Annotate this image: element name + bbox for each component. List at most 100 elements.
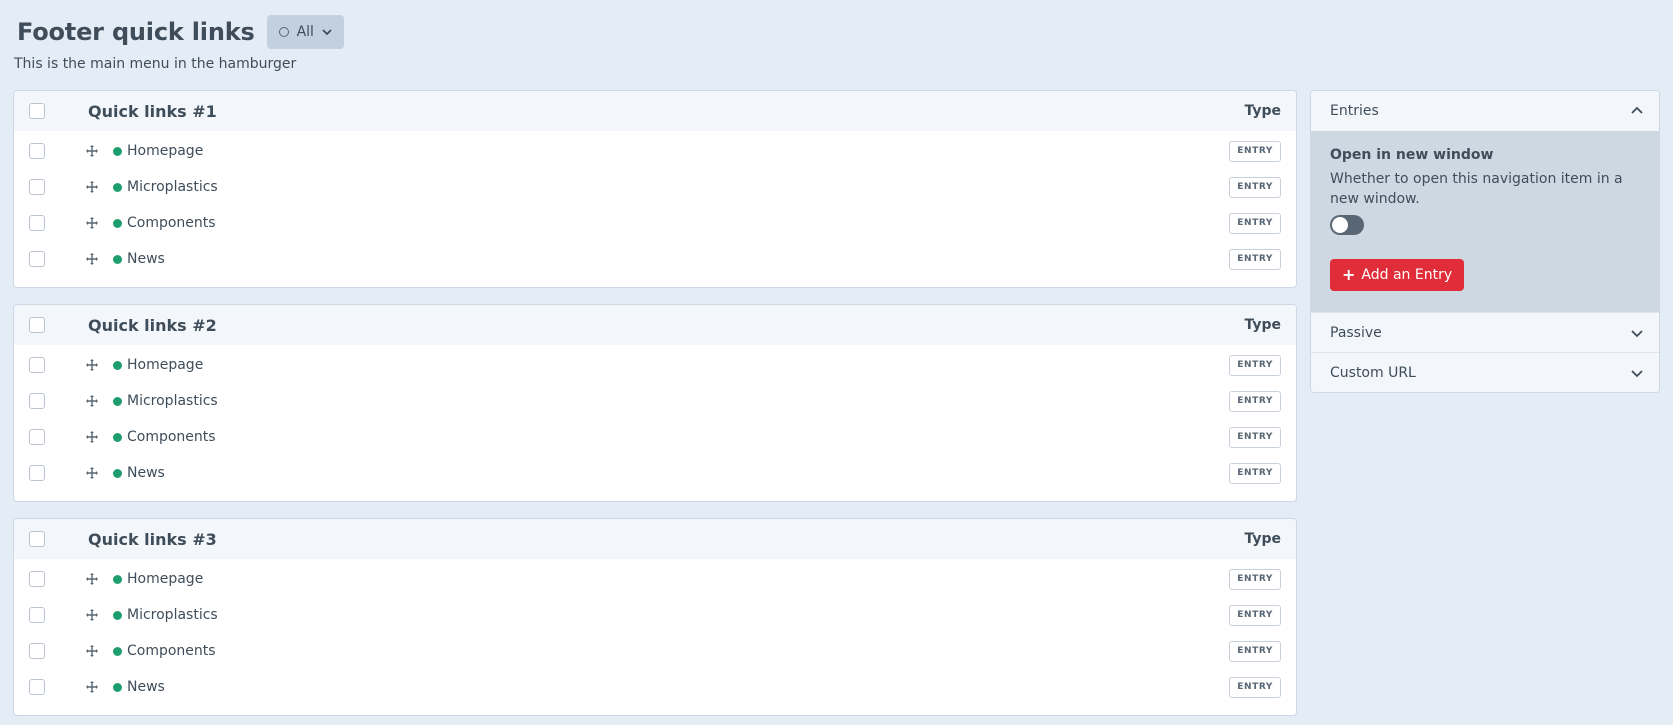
custom-url-title: Custom URL	[1330, 364, 1416, 381]
select-all-checkbox[interactable]	[29, 531, 45, 547]
drag-handle-icon[interactable]	[86, 681, 98, 693]
item-label[interactable]: News	[127, 251, 165, 267]
menu-item-row[interactable]: Components ENTRY	[14, 419, 1296, 455]
menu-header: Quick links #3 Type	[14, 519, 1296, 559]
item-label[interactable]: Homepage	[127, 571, 203, 587]
chevron-down-icon	[1631, 330, 1643, 338]
circle-icon	[278, 27, 289, 37]
item-label[interactable]: Homepage	[127, 357, 203, 373]
menu-item-row[interactable]: Microplastics ENTRY	[14, 597, 1296, 633]
status-dot	[113, 360, 122, 370]
menu-title: Quick links #1	[88, 101, 217, 121]
menu-item-row[interactable]: Homepage ENTRY	[14, 133, 1296, 169]
drag-handle-icon[interactable]	[86, 431, 98, 443]
item-checkbox[interactable]	[29, 465, 45, 481]
type-badge: ENTRY	[1229, 390, 1281, 412]
menu-item-row[interactable]: News ENTRY	[14, 669, 1296, 705]
menu-card: Quick links #1 Type Homepage ENTRY Micro…	[13, 90, 1297, 288]
chevron-up-icon	[1631, 106, 1643, 114]
add-item-sidebar: Entries Open in new window Whether to op…	[1310, 90, 1660, 393]
menu-title: Quick links #3	[88, 529, 217, 549]
item-checkbox[interactable]	[29, 607, 45, 623]
item-checkbox[interactable]	[29, 679, 45, 695]
menu-item-row[interactable]: News ENTRY	[14, 455, 1296, 491]
add-entry-button[interactable]: + Add an Entry	[1330, 259, 1465, 291]
plus-icon: +	[1342, 265, 1356, 284]
menu-title: Quick links #2	[88, 315, 217, 335]
type-badge: ENTRY	[1229, 676, 1281, 698]
menu-item-row[interactable]: Microplastics ENTRY	[14, 383, 1296, 419]
drag-handle-icon[interactable]	[86, 609, 98, 621]
entries-accordion-header[interactable]: Entries	[1311, 91, 1659, 131]
item-checkbox[interactable]	[29, 215, 45, 231]
chevron-down-icon	[322, 29, 332, 36]
drag-handle-icon[interactable]	[86, 145, 98, 157]
type-badge: ENTRY	[1229, 462, 1281, 484]
item-label[interactable]: Components	[127, 429, 216, 445]
drag-handle-icon[interactable]	[86, 467, 98, 479]
item-label[interactable]: Microplastics	[127, 179, 218, 195]
item-checkbox[interactable]	[29, 643, 45, 659]
type-badge: ENTRY	[1229, 140, 1281, 162]
menus-list: Quick links #1 Type Homepage ENTRY Micro…	[13, 90, 1297, 716]
menu-item-row[interactable]: News ENTRY	[14, 241, 1296, 277]
type-badge: ENTRY	[1229, 426, 1281, 448]
passive-title: Passive	[1330, 324, 1382, 341]
item-label[interactable]: Homepage	[127, 143, 203, 159]
drag-handle-icon[interactable]	[86, 573, 98, 585]
drag-handle-icon[interactable]	[86, 253, 98, 265]
drag-handle-icon[interactable]	[86, 217, 98, 229]
item-label[interactable]: News	[127, 679, 165, 695]
item-label[interactable]: Components	[127, 643, 216, 659]
custom-url-accordion-header[interactable]: Custom URL	[1311, 352, 1659, 392]
status-dot	[113, 646, 122, 656]
passive-accordion-header[interactable]: Passive	[1311, 312, 1659, 352]
item-checkbox[interactable]	[29, 571, 45, 587]
status-dot	[113, 146, 122, 156]
item-checkbox[interactable]	[29, 357, 45, 373]
entries-title: Entries	[1330, 103, 1379, 119]
page-header: Footer quick links All	[17, 15, 344, 49]
item-checkbox[interactable]	[29, 143, 45, 159]
item-checkbox[interactable]	[29, 393, 45, 409]
type-column-header: Type	[1244, 103, 1281, 119]
item-label[interactable]: Microplastics	[127, 607, 218, 623]
menu-item-row[interactable]: Components ENTRY	[14, 205, 1296, 241]
status-dot	[113, 218, 122, 228]
chevron-down-icon	[1631, 370, 1643, 378]
open-new-window-instructions: Whether to open this navigation item in …	[1330, 171, 1623, 207]
item-checkbox[interactable]	[29, 179, 45, 195]
status-dot	[113, 610, 122, 620]
status-dot	[113, 432, 122, 442]
item-label[interactable]: Microplastics	[127, 393, 218, 409]
select-all-checkbox[interactable]	[29, 317, 45, 333]
drag-handle-icon[interactable]	[86, 181, 98, 193]
type-badge: ENTRY	[1229, 176, 1281, 198]
type-badge: ENTRY	[1229, 354, 1281, 376]
status-dot	[113, 182, 122, 192]
type-badge: ENTRY	[1229, 248, 1281, 270]
item-checkbox[interactable]	[29, 429, 45, 445]
drag-handle-icon[interactable]	[86, 645, 98, 657]
item-label[interactable]: News	[127, 465, 165, 481]
page-description: This is the main menu in the hamburger	[14, 56, 297, 72]
status-dot	[113, 396, 122, 406]
type-badge: ENTRY	[1229, 568, 1281, 590]
menu-item-row[interactable]: Homepage ENTRY	[14, 561, 1296, 597]
drag-handle-icon[interactable]	[86, 359, 98, 371]
select-all-checkbox[interactable]	[29, 103, 45, 119]
menu-item-row[interactable]: Microplastics ENTRY	[14, 169, 1296, 205]
menu-item-row[interactable]: Homepage ENTRY	[14, 347, 1296, 383]
menu-item-row[interactable]: Components ENTRY	[14, 633, 1296, 669]
type-column-header: Type	[1244, 531, 1281, 547]
item-checkbox[interactable]	[29, 251, 45, 267]
page-title: Footer quick links	[17, 18, 255, 46]
status-dot	[113, 574, 122, 584]
item-label[interactable]: Components	[127, 215, 216, 231]
site-filter-dropdown[interactable]: All	[266, 15, 344, 49]
menu-card: Quick links #2 Type Homepage ENTRY Micro…	[13, 304, 1297, 502]
status-dot	[113, 468, 122, 478]
menu-header: Quick links #1 Type	[14, 91, 1296, 131]
open-new-window-toggle[interactable]	[1330, 215, 1364, 235]
drag-handle-icon[interactable]	[86, 395, 98, 407]
